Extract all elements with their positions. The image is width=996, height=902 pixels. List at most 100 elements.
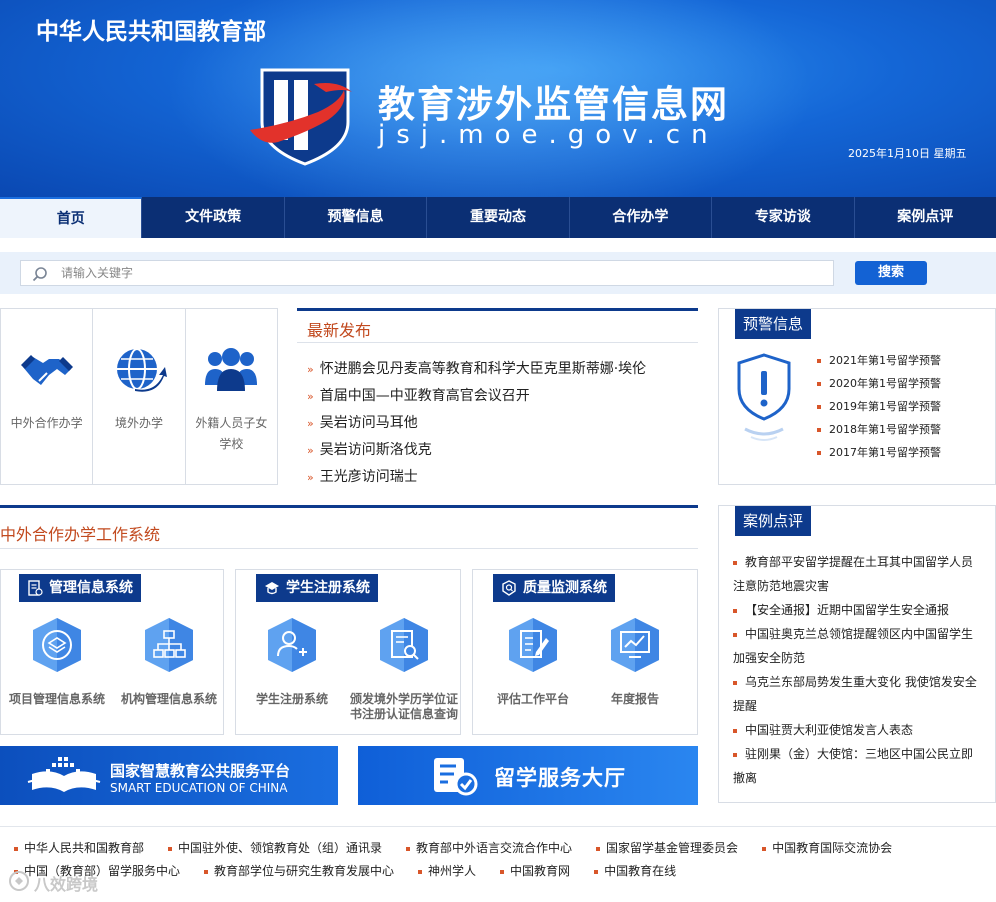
systems-title[interactable]: 中外合作办学工作系统 <box>0 521 160 545</box>
case-item[interactable]: 教育部平安留学提醒在土耳其中国留学人员注意防范地震灾害 <box>733 550 981 598</box>
ministry-name[interactable]: 中华人民共和国教育部 <box>36 12 266 46</box>
site-domain: jsj.moe.gov.cn <box>378 120 719 150</box>
bullet-square-icon <box>733 752 737 757</box>
nav-policy-documents[interactable]: 文件政策 <box>142 197 285 238</box>
bullet-square-icon <box>817 405 821 409</box>
latest-news-title[interactable]: 最新发布 <box>307 317 371 341</box>
graduation-cap-icon <box>265 582 279 595</box>
nav-case-reviews[interactable]: 案例点评 <box>855 197 996 238</box>
news-item[interactable]: » 吴岩访问斯洛伐克 <box>307 437 646 464</box>
section-top-line <box>0 505 698 508</box>
quick-link-label: 中外合作办学 <box>10 416 83 430</box>
warning-item[interactable]: 2021年第1号留学预警 <box>817 349 941 372</box>
footer-link-text: 中国教育网 <box>510 864 571 878</box>
group-people-icon <box>205 348 258 391</box>
project-management-system-link[interactable]: 项目管理信息系统 <box>1 612 113 722</box>
quick-links: 中外合作办学 境外办学 外籍人员子女学校 <box>0 308 278 485</box>
latest-news-section: 最新发布 » 怀进鹏会见丹麦高等教育和科学大臣克里斯蒂娜·埃伦 » 首届中国—中亚教… <box>297 308 698 488</box>
search-icon <box>32 267 47 282</box>
footer-link[interactable]: 中国教育在线 <box>594 860 676 883</box>
bullet-square-icon <box>168 846 173 851</box>
footer-link[interactable]: 中华人民共和国教育部 <box>14 837 144 860</box>
footer-link-text: 中华人民共和国教育部 <box>24 841 145 855</box>
case-reviews-title[interactable]: 案例点评 <box>735 506 812 536</box>
institution-management-system-link[interactable]: 机构管理信息系统 <box>113 612 225 722</box>
footer-links: 中华人民共和国教育部 中国驻外使、领馆教育处（组）通讯录 教育部中外语言交流合作… <box>14 837 974 883</box>
case-item[interactable]: 中国驻贾大利亚使馆发言人表态 <box>733 718 981 742</box>
site-logo-emblem-icon[interactable] <box>248 66 364 166</box>
student-registration-panel: 学生注册系统 学生注册系统 颁发境外学历学位证书注册认证信息查询 <box>235 569 461 735</box>
quality-monitoring-panel: 质量监测系统 评估工作平台 年度报告 <box>472 569 698 735</box>
case-item[interactable]: 驻刚果（金）大使馆：三地区中国公民立即撤离 <box>733 742 981 790</box>
warning-item[interactable]: 2017年第1号留学预警 <box>817 441 941 464</box>
case-item[interactable]: 乌克兰东部局势发生重大变化 我使馆发安全提醒 <box>733 670 981 718</box>
study-abroad-service-banner[interactable]: 留学服务大厅 <box>358 746 698 805</box>
bullet-square-icon <box>762 846 767 851</box>
double-chevron-icon: » <box>307 390 314 403</box>
study-abroad-service-title: 留学服务大厅 <box>494 766 626 790</box>
nav-warnings[interactable]: 预警信息 <box>285 197 428 238</box>
student-registration-system-link[interactable]: 学生注册系统 <box>236 612 348 722</box>
annual-report-link[interactable]: 年度报告 <box>579 612 691 722</box>
nav-expert-interviews[interactable]: 专家访谈 <box>712 197 855 238</box>
footer-link-text: 国家留学基金管理委员会 <box>606 841 739 855</box>
site-header: 中华人民共和国教育部 教育涉外监管信息网 jsj.moe.gov.cn 2025… <box>0 0 996 197</box>
warning-item-text: 2020年第1号留学预警 <box>829 377 941 390</box>
nav-home[interactable]: 首页 <box>0 197 143 238</box>
search-input[interactable] <box>61 263 821 283</box>
bullet-square-icon <box>733 680 737 685</box>
evaluation-platform-link[interactable]: 评估工作平台 <box>477 612 589 722</box>
bullet-square-icon <box>817 382 821 386</box>
section-top-line <box>297 308 698 311</box>
footer-link[interactable]: 中国教育国际交流协会 <box>762 837 892 860</box>
footer-link[interactable]: 教育部学位与研究生教育发展中心 <box>204 860 394 883</box>
watermark-logo: 八效跨境 <box>8 868 132 894</box>
warning-item[interactable]: 2018年第1号留学预警 <box>817 418 941 441</box>
section-divider <box>297 342 698 343</box>
latest-news-list: » 怀进鹏会见丹麦高等教育和科学大臣克里斯蒂娜·埃伦 » 首届中国—中亚教育高官会议… <box>307 356 646 491</box>
footer-link[interactable]: 国家留学基金管理委员会 <box>596 837 738 860</box>
panel-title[interactable]: 质量监测系统 <box>493 574 615 602</box>
footer-links-section: 中华人民共和国教育部 中国驻外使、领馆教育处（组）通讯录 教育部中外语言交流合作… <box>0 826 996 902</box>
nav-important-news[interactable]: 重要动态 <box>427 197 570 238</box>
panel-title-text: 管理信息系统 <box>49 580 133 596</box>
bullet-square-icon <box>733 728 737 733</box>
smart-education-banner[interactable]: 国家智慧教育公共服务平台 SMART EDUCATION OF CHINA <box>0 746 338 805</box>
footer-link-text: 神州学人 <box>428 864 477 878</box>
quick-link-sino-foreign-cooperation[interactable]: 中外合作办学 <box>1 309 94 484</box>
case-reviews-box: 案例点评 教育部平安留学提醒在土耳其中国留学人员注意防范地震灾害 【安全通报】近… <box>718 505 996 803</box>
footer-link[interactable]: 中国教育网 <box>500 860 570 883</box>
page: 中华人民共和国教育部 教育涉外监管信息网 jsj.moe.gov.cn 2025… <box>0 0 996 902</box>
panel-title[interactable]: 管理信息系统 <box>19 574 141 602</box>
panel-title[interactable]: 学生注册系统 <box>256 574 378 602</box>
search-button[interactable]: 搜索 <box>855 261 927 285</box>
bullet-square-icon <box>204 869 209 874</box>
case-item[interactable]: 中国驻奥克兰总领馆提醒领区内中国留学生加强安全防范 <box>733 622 981 670</box>
news-item[interactable]: » 首届中国—中亚教育高官会议召开 <box>307 383 646 410</box>
case-item-text: 驻刚果（金）大使馆：三地区中国公民立即撤离 <box>733 747 974 785</box>
nav-cooperation[interactable]: 合作办学 <box>570 197 713 238</box>
case-item[interactable]: 【安全通报】近期中国留学生安全通报 <box>733 598 981 622</box>
quick-link-foreign-children-schools[interactable]: 外籍人员子女学校 <box>186 309 277 484</box>
news-item[interactable]: » 怀进鹏会见丹麦高等教育和科学大臣克里斯蒂娜·埃伦 <box>307 356 646 383</box>
footer-link-text: 教育部学位与研究生教育发展中心 <box>214 864 395 878</box>
quick-link-overseas-schools[interactable]: 境外办学 <box>93 309 186 484</box>
shield-alert-icon <box>737 353 791 441</box>
news-item[interactable]: » 吴岩访问马耳他 <box>307 410 646 437</box>
warning-item[interactable]: 2019年第1号留学预警 <box>817 395 941 418</box>
footer-link-text: 中国教育国际交流协会 <box>772 841 893 855</box>
footer-link[interactable]: 教育部中外语言交流合作中心 <box>406 837 572 860</box>
footer-link[interactable]: 中国驻外使、领馆教育处（组）通讯录 <box>168 837 382 860</box>
warning-item-text: 2021年第1号留学预警 <box>829 354 941 367</box>
warning-title[interactable]: 预警信息 <box>735 309 812 339</box>
footer-link-text: 中国教育在线 <box>604 864 677 878</box>
footer-link[interactable]: 神州学人 <box>418 860 476 883</box>
warning-item[interactable]: 2020年第1号留学预警 <box>817 372 941 395</box>
certificate-verification-link[interactable]: 颁发境外学历学位证书注册认证信息查询 <box>346 612 462 722</box>
warning-list: 2021年第1号留学预警 2020年第1号留学预警 2019年第1号留学预警 2… <box>817 349 941 464</box>
quick-link-label: 境外办学 <box>114 416 163 430</box>
open-book-logo-icon <box>27 757 101 792</box>
warning-item-text: 2017年第1号留学预警 <box>829 446 941 459</box>
news-item[interactable]: » 王光彦访问瑞士 <box>307 464 646 491</box>
case-item-text: 乌克兰东部局势发生重大变化 我使馆发安全提醒 <box>733 675 977 713</box>
